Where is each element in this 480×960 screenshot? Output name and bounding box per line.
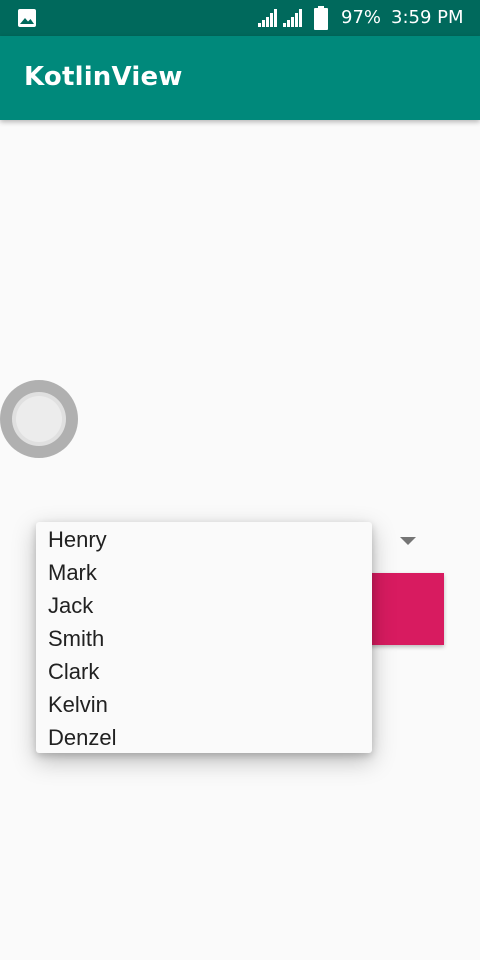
dropdown-item-henry[interactable]: Henry: [36, 523, 372, 556]
dropdown-item-smith[interactable]: Smith: [36, 622, 372, 655]
battery-percent: 97%: [341, 7, 382, 28]
dropdown-item-mark[interactable]: Mark: [36, 556, 372, 589]
clock: 3:59 PM: [391, 7, 464, 28]
dropdown-menu: Henry Mark Jack Smith Clark Kelvin Denze…: [36, 522, 372, 753]
dropdown-arrow-icon[interactable]: [400, 537, 416, 545]
dropdown-item-clark[interactable]: Clark: [36, 655, 372, 688]
dropdown-item-denzel[interactable]: Denzel: [36, 721, 372, 753]
status-bar: 97% 3:59 PM: [0, 0, 480, 36]
signal-icon: [258, 9, 277, 27]
radio-button-circle[interactable]: [16, 396, 62, 442]
app-bar: KotlinView: [0, 36, 480, 120]
signal-icon: [283, 9, 302, 27]
app-title: KotlinView: [24, 62, 183, 92]
dropdown-item-kelvin[interactable]: Kelvin: [36, 688, 372, 721]
battery-icon: [314, 6, 328, 30]
gallery-icon: [18, 9, 36, 27]
dropdown-item-jack[interactable]: Jack: [36, 589, 372, 622]
pink-button[interactable]: [360, 573, 444, 645]
